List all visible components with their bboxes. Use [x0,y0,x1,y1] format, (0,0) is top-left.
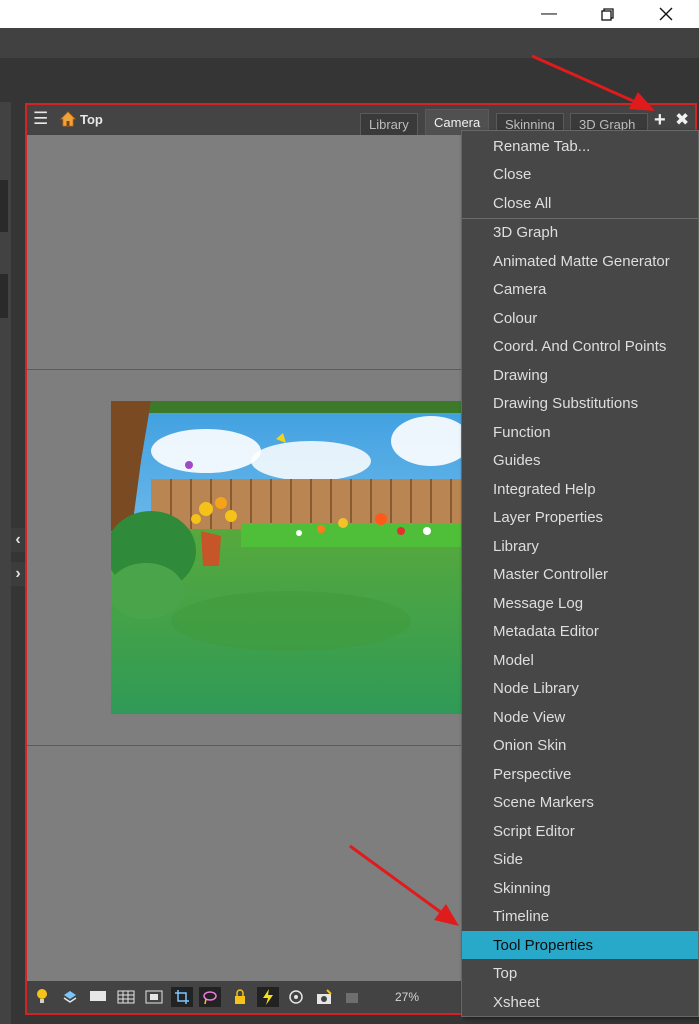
menu-item-perspective[interactable]: Perspective [462,760,698,788]
menu-item-integrated-help[interactable]: Integrated Help [462,475,698,503]
crop-icon[interactable] [171,987,193,1007]
grid-icon[interactable] [115,987,137,1007]
lock-icon[interactable] [229,987,251,1007]
menu-item-3d-graph[interactable]: 3D Graph [462,219,698,247]
add-view-menu: Rename Tab... Close Close All 3D Graph Anima… [461,130,699,1017]
menu-item-model[interactable]: Model [462,646,698,674]
menu-item-tool-properties[interactable]: Tool Properties [462,931,698,959]
menu-item-drawing[interactable]: Drawing [462,361,698,389]
tab-label: Camera [434,115,481,130]
monitor-icon[interactable] [87,987,109,1007]
view-title: Top [80,112,103,127]
close-icon[interactable] [643,0,689,28]
menu-item-camera[interactable]: Camera [462,276,698,304]
menu-item-function[interactable]: Function [462,418,698,446]
panel-menu-icon[interactable]: ☰ [33,109,48,129]
menu-item-layer-properties[interactable]: Layer Properties [462,504,698,532]
layers-icon[interactable] [59,987,81,1007]
restore-icon[interactable] [584,0,630,28]
menu-item-colour[interactable]: Colour [462,304,698,332]
menu-item-onion-skin[interactable]: Onion Skin [462,732,698,760]
menu-item-node-view[interactable]: Node View [462,703,698,731]
menu-item-message-log[interactable]: Message Log [462,589,698,617]
close-panel-icon[interactable]: ✖ [675,110,689,130]
menu-item-skinning[interactable]: Skinning [462,874,698,902]
tool-band [0,58,699,102]
menu-item-animated-matte-generator[interactable]: Animated Matte Generator [462,247,698,275]
menu-item-side[interactable]: Side [462,846,698,874]
add-tab-plus-icon[interactable]: + [654,109,666,132]
safe-area-icon[interactable] [143,987,165,1007]
expand-right-icon[interactable]: › [11,562,25,586]
garden-scene-image [111,401,465,714]
menu-item-top[interactable]: Top [462,960,698,988]
menu-item-node-library[interactable]: Node Library [462,675,698,703]
collapse-left-icon[interactable]: ‹ [11,528,25,552]
menu-item-guides[interactable]: Guides [462,447,698,475]
tab-library[interactable]: Library [360,113,418,135]
menu-item-xsheet[interactable]: Xsheet [462,988,698,1016]
window-titlebar: — [0,0,699,28]
menu-item-library[interactable]: Library [462,532,698,560]
menu-band [0,28,699,58]
menu-item-timeline[interactable]: Timeline [462,903,698,931]
home-icon [60,111,76,127]
lasso-icon[interactable] [199,987,221,1007]
render-icon[interactable] [341,987,363,1007]
minimize-icon[interactable]: — [526,0,572,28]
menu-item-scene-markers[interactable]: Scene Markers [462,789,698,817]
menu-item-close[interactable]: Close [462,161,698,189]
menu-item-drawing-substitutions[interactable]: Drawing Substitutions [462,390,698,418]
menu-item-master-controller[interactable]: Master Controller [462,561,698,589]
menu-item-script-editor[interactable]: Script Editor [462,817,698,845]
menu-item-close-all[interactable]: Close All [462,189,698,217]
tab-label: Library [369,117,409,132]
rotate-icon[interactable] [285,987,307,1007]
menu-item-rename-tab[interactable]: Rename Tab... [462,132,698,160]
zoom-level[interactable]: 27% [395,990,419,1004]
left-side-panel [0,102,11,1024]
menu-item-coord-and-control-points[interactable]: Coord. And Control Points [462,333,698,361]
lightning-icon[interactable] [257,987,279,1007]
menu-item-metadata-editor[interactable]: Metadata Editor [462,618,698,646]
lightbulb-icon[interactable] [31,987,53,1007]
camera-mask-icon[interactable] [313,987,335,1007]
